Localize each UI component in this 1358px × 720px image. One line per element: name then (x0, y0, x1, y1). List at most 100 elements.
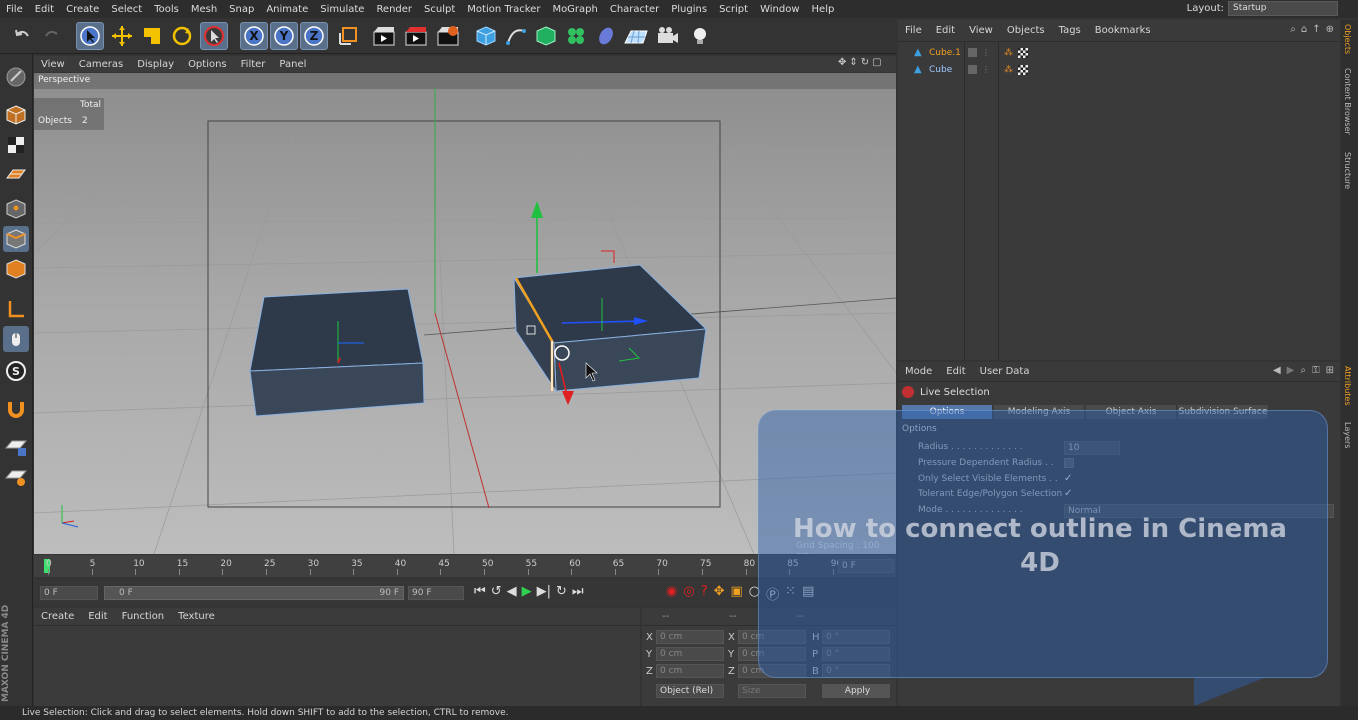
search-icon[interactable]: ⌕ (1300, 365, 1306, 376)
attribute-menu-mode[interactable]: Mode (898, 366, 939, 377)
menu-edit[interactable]: Edit (29, 4, 60, 15)
menu-select[interactable]: Select (105, 4, 148, 15)
camera-icon[interactable] (654, 22, 682, 50)
viewport-menu-view[interactable]: View (34, 59, 72, 70)
coords-size-select[interactable]: Size (738, 684, 806, 698)
layer-toggle-icon[interactable] (968, 48, 977, 57)
menu-sculpt[interactable]: Sculpt (418, 4, 461, 15)
deformer-icon[interactable] (592, 22, 620, 50)
phong-tag-icon[interactable]: ⁂ (1004, 65, 1013, 75)
side-tab-layers[interactable]: Layers (1343, 422, 1352, 448)
layout-select[interactable]: Startup (1228, 1, 1338, 16)
menu-script[interactable]: Script (713, 4, 754, 15)
layer-toggle-icon[interactable] (968, 65, 977, 74)
cloner-icon[interactable] (562, 22, 590, 50)
move-tool-icon[interactable] (108, 22, 136, 50)
previous-keyframe-icon[interactable]: ↺ (491, 584, 502, 599)
menu-window[interactable]: Window (754, 4, 805, 15)
autokey-icon[interactable]: ◎ (683, 584, 694, 603)
record-keys-icon[interactable]: ◉ (666, 584, 677, 603)
workplane-mode-icon[interactable] (3, 162, 29, 188)
viewport-menu-options[interactable]: Options (181, 59, 234, 70)
viewport-menu-filter[interactable]: Filter (234, 59, 273, 70)
next-frame-icon[interactable]: ▶| (537, 584, 551, 599)
visibility-dots-icon[interactable]: ⋮ (982, 65, 990, 74)
side-tab-objects[interactable]: Objects (1343, 24, 1352, 54)
render-settings-icon[interactable] (434, 22, 462, 50)
planar-workplane-icon[interactable] (3, 464, 29, 490)
object-name[interactable]: Cube (929, 65, 952, 75)
object-menu-tags[interactable]: Tags (1052, 25, 1088, 36)
menu-snap[interactable]: Snap (223, 4, 260, 15)
phong-tag-icon[interactable]: ⁂ (1004, 48, 1013, 58)
menu-simulate[interactable]: Simulate (314, 4, 370, 15)
go-to-end-icon[interactable]: ⏭ (572, 584, 584, 599)
material-menu-create[interactable]: Create (34, 611, 81, 622)
new-panel-icon[interactable]: ⊞ (1326, 365, 1334, 376)
menu-animate[interactable]: Animate (260, 4, 314, 15)
cube-primitive-icon[interactable] (472, 22, 500, 50)
recent-tool-button[interactable] (200, 22, 228, 50)
attribute-menu-edit[interactable]: Edit (939, 366, 972, 377)
object-menu-edit[interactable]: Edit (929, 25, 962, 36)
menu-tools[interactable]: Tools (148, 4, 185, 15)
object-menu-file[interactable]: File (898, 25, 929, 36)
coord-position-field[interactable]: 0 cm (656, 630, 724, 644)
live-selection-tool-button[interactable] (76, 22, 104, 50)
keyframe-selection-icon[interactable]: ? (701, 584, 708, 603)
rotate-tool-icon[interactable] (168, 22, 196, 50)
coordinate-system-icon[interactable] (334, 22, 362, 50)
end-frame-field[interactable]: 90 F (408, 586, 464, 600)
previous-frame-icon[interactable]: ◀ (507, 584, 517, 599)
object-row[interactable]: ▲ Cube ⋮ ⁂ (898, 61, 1340, 78)
make-editable-icon[interactable] (3, 64, 29, 90)
back-icon[interactable]: ↑ (1312, 24, 1320, 35)
side-tab-content-browser[interactable]: Content Browser (1343, 68, 1352, 135)
material-tag-icon[interactable] (1018, 64, 1028, 75)
light-icon[interactable] (686, 22, 714, 50)
material-menu-function[interactable]: Function (115, 611, 172, 622)
tweak-mode-icon[interactable] (3, 326, 29, 352)
edges-mode-icon[interactable] (3, 226, 29, 252)
menu-character[interactable]: Character (604, 4, 665, 15)
viewport-menu-display[interactable]: Display (130, 59, 181, 70)
side-tab-attributes[interactable]: Attributes (1343, 366, 1352, 406)
coord-position-field[interactable]: 0 cm (656, 664, 724, 678)
render-picture-viewer-icon[interactable] (402, 22, 430, 50)
play-forward-icon[interactable]: ▶ (522, 584, 532, 599)
back-arrow-icon[interactable]: ◀ (1273, 365, 1281, 376)
floor-scene-icon[interactable] (622, 22, 650, 50)
magnet-icon[interactable] (3, 396, 29, 422)
attribute-menu-user-data[interactable]: User Data (973, 366, 1037, 377)
undo-button[interactable] (8, 22, 36, 50)
menu-help[interactable]: Help (806, 4, 841, 15)
menu-plugins[interactable]: Plugins (665, 4, 713, 15)
side-tab-structure[interactable]: Structure (1343, 152, 1352, 189)
visibility-dots-icon[interactable]: ⋮ (982, 48, 990, 57)
menu-mograph[interactable]: MoGraph (546, 4, 603, 15)
menu-mesh[interactable]: Mesh (185, 4, 223, 15)
search-icon[interactable]: ⌕ (1290, 24, 1296, 35)
viewport-menu-panel[interactable]: Panel (272, 59, 313, 70)
move-view-icon[interactable]: ⇕ (849, 57, 857, 71)
home-icon[interactable]: ⌂ (1301, 24, 1307, 35)
frame-range-slider[interactable]: 0 F 90 F (104, 586, 404, 600)
object-name[interactable]: Cube.1 (929, 48, 961, 58)
locked-workplane-icon[interactable] (3, 434, 29, 460)
object-menu-objects[interactable]: Objects (1000, 25, 1052, 36)
go-to-start-icon[interactable]: ⏮ (474, 584, 486, 599)
start-frame-field[interactable]: 0 F (40, 586, 98, 600)
redo-button[interactable] (38, 22, 66, 50)
polygons-mode-icon[interactable] (3, 256, 29, 282)
x-axis-lock-button[interactable]: X (240, 22, 268, 50)
new-view-icon[interactable]: ⊕ (1326, 24, 1334, 35)
forward-arrow-icon[interactable]: ▶ (1287, 365, 1295, 376)
material-tag-icon[interactable] (1018, 47, 1028, 58)
render-view-icon[interactable] (370, 22, 398, 50)
material-menu-edit[interactable]: Edit (81, 611, 114, 622)
coords-mode-select[interactable]: Object (Rel) (656, 684, 724, 698)
coord-position-field[interactable]: 0 cm (656, 647, 724, 661)
texture-mode-icon[interactable] (3, 132, 29, 158)
object-row[interactable]: ▲ Cube.1 ⋮ ⁂ (898, 44, 1340, 61)
subdivision-surface-icon[interactable] (532, 22, 560, 50)
